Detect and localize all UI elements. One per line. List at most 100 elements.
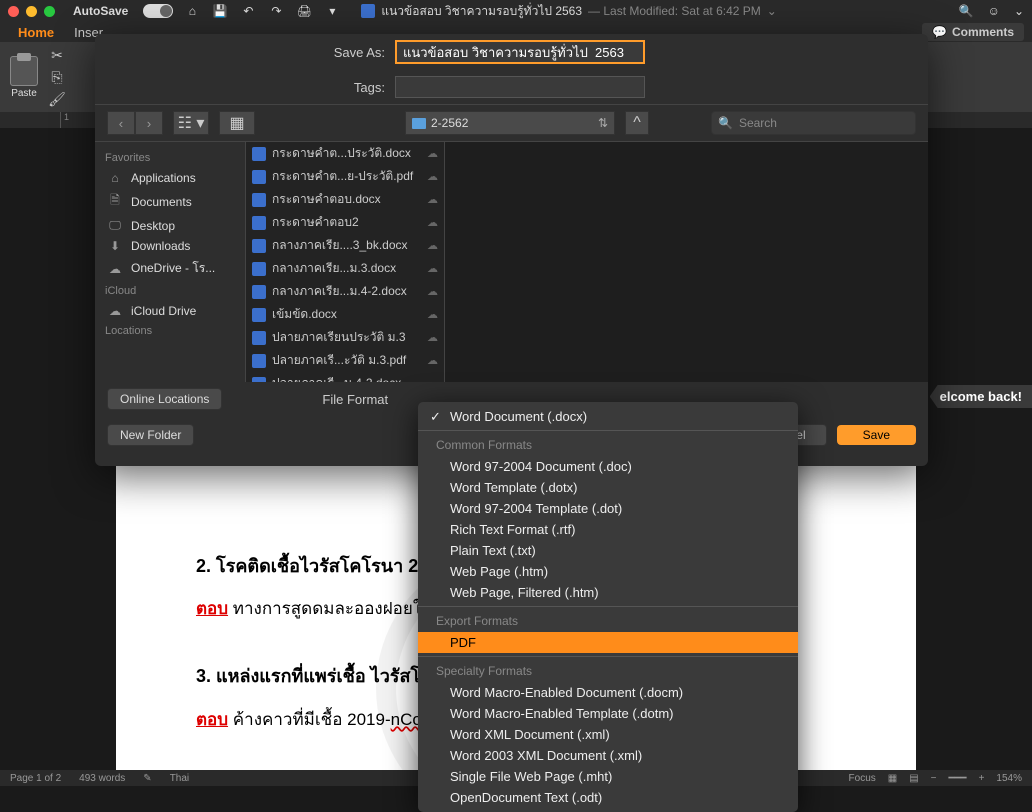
finder-sidebar: Favorites ⌂Applications 🗎Documents 🖵Desk… xyxy=(95,142,245,382)
format-option[interactable]: Rich Text Format (.rtf) xyxy=(418,519,798,540)
spellcheck-icon[interactable]: ✎ xyxy=(143,773,151,784)
chevron-updown-icon: ⇅ xyxy=(598,116,608,130)
chevron-icon[interactable]: ⌄ xyxy=(1014,4,1024,18)
sidebar-desktop[interactable]: 🖵Desktop xyxy=(95,215,245,236)
format-option[interactable]: Word Macro-Enabled Template (.dotm) xyxy=(418,703,798,724)
customize-icon[interactable]: ▾ xyxy=(323,4,341,18)
new-folder-button[interactable]: New Folder xyxy=(107,424,194,446)
locations-section: Locations xyxy=(95,321,245,341)
format-option[interactable]: Word XML Document (.xml) xyxy=(418,724,798,745)
zoom-window[interactable] xyxy=(44,6,55,17)
file-row[interactable]: กระดาษคำต...ย-ประวัติ.pdf☁ xyxy=(246,165,444,188)
file-format-dropdown[interactable]: Word Document (.docx) Common Formats Wor… xyxy=(418,402,798,812)
redo-icon[interactable]: ↷ xyxy=(267,4,285,18)
online-locations-button[interactable]: Online Locations xyxy=(107,388,222,410)
language-indicator[interactable]: Thai xyxy=(170,773,189,784)
comments-button[interactable]: 💬 Comments xyxy=(922,23,1024,41)
home-icon[interactable]: ⌂ xyxy=(183,4,201,18)
file-list-column[interactable]: กระดาษคำต...ประวัติ.docx☁กระดาษคำต...ย-ป… xyxy=(245,142,445,382)
zoom-in-icon[interactable]: + xyxy=(979,773,985,784)
finder-toolbar: ‹ › ☷ ▾ ▦ 2-2562 ⇅ ^ 🔍 Search xyxy=(95,104,928,142)
cloud-icon: ☁ xyxy=(427,239,438,252)
search-icon[interactable]: 🔍 xyxy=(959,4,974,18)
window-controls[interactable] xyxy=(8,6,55,17)
file-row[interactable]: กลางภาคเรีย....3_bk.docx☁ xyxy=(246,234,444,257)
copy-icon[interactable]: ⎘ xyxy=(48,68,66,86)
file-row[interactable]: ปลายภาคเรียนประวัติ ม.3☁ xyxy=(246,326,444,349)
file-icon xyxy=(252,193,266,207)
file-row[interactable]: ปลายภาคเรี...ม.4-2.docx☁ xyxy=(246,372,444,382)
tags-input[interactable] xyxy=(395,76,645,98)
folder-icon xyxy=(412,118,426,129)
format-option[interactable]: Web Page (.htm) xyxy=(418,561,798,582)
user-icon[interactable]: ☺ xyxy=(988,4,1000,18)
sidebar-applications[interactable]: ⌂Applications xyxy=(95,168,245,188)
sidebar-downloads[interactable]: ⬇Downloads xyxy=(95,236,245,256)
autosave-toggle[interactable] xyxy=(143,4,173,18)
save-icon[interactable]: 💾 xyxy=(211,4,229,18)
file-row[interactable]: เข้มข้ด.docx☁ xyxy=(246,303,444,326)
zoom-out-icon[interactable]: − xyxy=(931,773,937,784)
applications-icon: ⌂ xyxy=(107,171,123,185)
modified-text: — Last Modified: Sat at 6:42 PM xyxy=(588,4,761,18)
focus-mode[interactable]: Focus xyxy=(849,773,876,784)
format-painter-icon[interactable]: 🖌 xyxy=(48,90,66,108)
file-row[interactable]: กระดาษคำตอบ.docx☁ xyxy=(246,188,444,211)
minimize-window[interactable] xyxy=(26,6,37,17)
format-option-docx[interactable]: Word Document (.docx) xyxy=(418,406,798,427)
common-formats-header: Common Formats xyxy=(418,434,798,456)
format-option-pdf[interactable]: PDF xyxy=(418,632,798,653)
zoom-slider[interactable]: ━━━ xyxy=(949,773,967,784)
welcome-back-ribbon[interactable]: elcome back! xyxy=(930,385,1032,408)
save-as-filename-input[interactable] xyxy=(395,40,645,64)
folder-path-selector[interactable]: 2-2562 ⇅ xyxy=(405,111,615,135)
file-row[interactable]: กระดาษคำตอบ2☁ xyxy=(246,211,444,234)
file-row[interactable]: กลางภาคเรีย...ม.3.docx☁ xyxy=(246,257,444,280)
file-icon xyxy=(252,262,266,276)
forward-button[interactable]: › xyxy=(135,111,163,135)
close-window[interactable] xyxy=(8,6,19,17)
finder-search[interactable]: 🔍 Search xyxy=(711,111,916,135)
document-title: แนวข้อสอบ วิชาความรอบรู้ทั่วไป 2563 xyxy=(381,2,582,21)
group-button[interactable]: ▦ xyxy=(219,111,255,135)
save-button[interactable]: Save xyxy=(837,425,916,445)
undo-icon[interactable]: ↶ xyxy=(239,4,257,18)
documents-icon: 🗎 xyxy=(107,191,123,212)
format-option[interactable]: Plain Text (.txt) xyxy=(418,540,798,561)
view-mode-button[interactable]: ☷ ▾ xyxy=(173,111,209,135)
file-row[interactable]: กลางภาคเรีย...ม.4-2.docx☁ xyxy=(246,280,444,303)
downloads-icon: ⬇ xyxy=(107,239,123,253)
print-icon[interactable]: 🖨 xyxy=(295,4,313,18)
format-option[interactable]: OpenDocument Text (.odt) xyxy=(418,787,798,808)
desktop-icon: 🖵 xyxy=(107,218,123,233)
cut-icon[interactable]: ✂ xyxy=(48,46,66,64)
zoom-level[interactable]: 154% xyxy=(996,773,1022,784)
cloud-icon: ☁ xyxy=(427,262,438,275)
back-button[interactable]: ‹ xyxy=(107,111,135,135)
cloud-icon: ☁ xyxy=(427,377,438,382)
format-option[interactable]: Single File Web Page (.mht) xyxy=(418,766,798,787)
file-row[interactable]: ปลายภาคเรี...ะวัติ ม.3.pdf☁ xyxy=(246,349,444,372)
tab-home[interactable]: Home xyxy=(8,25,64,40)
format-option[interactable]: Word Template (.dotx) xyxy=(418,477,798,498)
sidebar-icloud-drive[interactable]: ☁iCloud Drive xyxy=(95,301,245,321)
file-icon xyxy=(252,331,266,345)
format-option[interactable]: Word Macro-Enabled Document (.docm) xyxy=(418,682,798,703)
view-print-icon[interactable]: ▦ xyxy=(888,773,897,784)
view-web-icon[interactable]: ▤ xyxy=(909,773,918,784)
paste-button[interactable]: Paste xyxy=(10,56,38,99)
page-indicator[interactable]: Page 1 of 2 xyxy=(10,773,61,784)
cloud-icon: ☁ xyxy=(427,147,438,160)
format-option[interactable]: Word 2003 XML Document (.xml) xyxy=(418,745,798,766)
cloud-icon: ☁ xyxy=(427,193,438,206)
mac-menubar: AutoSave ⌂ 💾 ↶ ↷ 🖨 ▾ แนวข้อสอบ วิชาความร… xyxy=(0,0,1032,22)
sidebar-onedrive[interactable]: ☁OneDrive - โร... xyxy=(95,256,245,281)
file-row[interactable]: กระดาษคำต...ประวัติ.docx☁ xyxy=(246,142,444,165)
collapse-button[interactable]: ^ xyxy=(625,111,649,135)
word-count[interactable]: 493 words xyxy=(79,773,125,784)
sidebar-documents[interactable]: 🗎Documents xyxy=(95,188,245,215)
format-option[interactable]: Word 97-2004 Document (.doc) xyxy=(418,456,798,477)
title-chevron-icon[interactable]: ⌄ xyxy=(767,4,777,18)
format-option[interactable]: Web Page, Filtered (.htm) xyxy=(418,582,798,603)
format-option[interactable]: Word 97-2004 Template (.dot) xyxy=(418,498,798,519)
